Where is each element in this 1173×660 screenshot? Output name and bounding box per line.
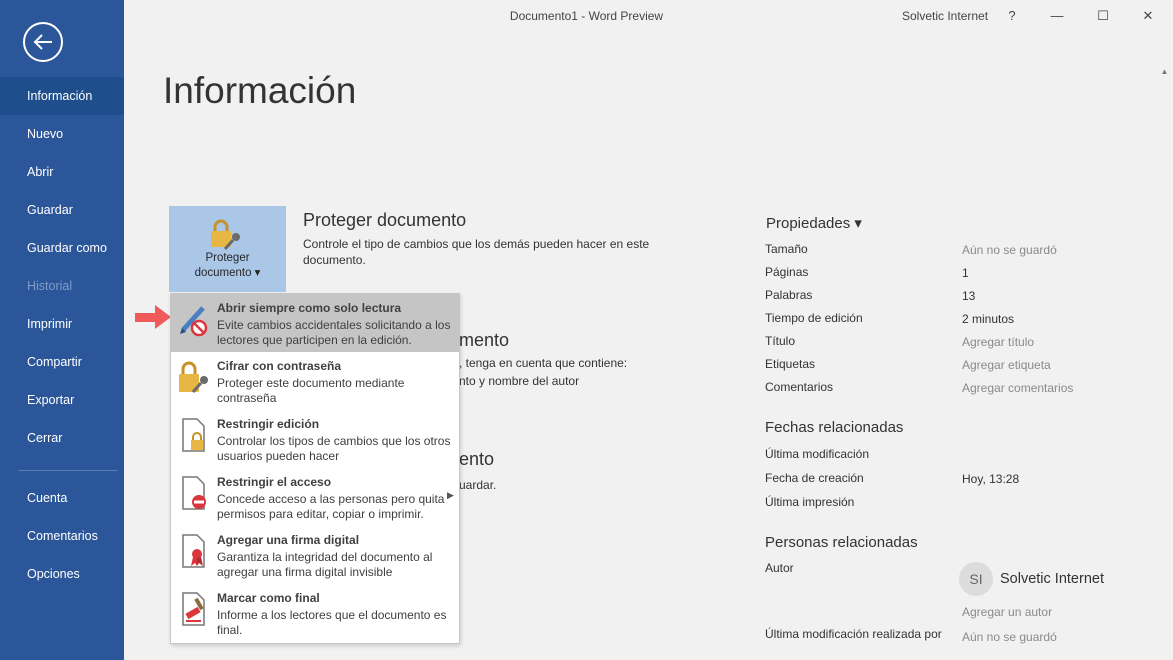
prop-value: 1 (962, 266, 969, 280)
inspect-line2-partial: nto y nombre del autor (459, 374, 580, 388)
sidebar-divider (18, 470, 118, 471)
prop-key: Etiquetas (765, 357, 816, 371)
date-key: Última impresión (765, 495, 855, 509)
nav-cerrar[interactable]: Cerrar (0, 419, 124, 457)
prop-value: Aún no se guardó (962, 243, 1057, 257)
vertical-scrollbar[interactable]: ▲ (1156, 64, 1173, 660)
nav-imprimir[interactable]: Imprimir (0, 305, 124, 343)
prop-key: Título (765, 334, 796, 348)
maximize-button[interactable]: ☐ (1089, 4, 1117, 28)
menu-item-title: Cifrar con contraseña (217, 359, 342, 373)
last-modified-by-label: Última modificación realizada por (765, 627, 942, 641)
menu-item-restrict-access[interactable]: Restringir el acceso Concede acceso a la… (171, 468, 459, 526)
nav-abrir[interactable]: Abrir (0, 153, 124, 191)
menu-item-title: Restringir el acceso (217, 475, 332, 489)
document-blocked-icon (182, 476, 206, 510)
add-title-field[interactable]: Agregar título (962, 335, 1034, 349)
properties-heading[interactable]: Propiedades ▾ (766, 214, 862, 232)
nav-informacion[interactable]: Información (0, 77, 124, 115)
help-button[interactable]: ? (998, 4, 1026, 28)
prop-value: 13 (962, 289, 976, 303)
document-ribbon-icon (182, 534, 205, 568)
scroll-up-icon[interactable]: ▲ (1156, 64, 1173, 80)
menu-item-desc: Proteger este documento mediante contras… (217, 376, 405, 405)
add-tag-field[interactable]: Agregar etiqueta (962, 358, 1051, 372)
protect-button-label-line2: documento ▾ (194, 267, 261, 279)
menu-item-desc: Garantiza la integridad del documento al… (217, 550, 433, 579)
nav-guardar[interactable]: Guardar (0, 191, 124, 229)
prop-key: Palabras (765, 288, 813, 302)
menu-item-read-only[interactable]: Abrir siempre como solo lectura Evite ca… (171, 294, 459, 352)
red-pointer-arrow-icon (135, 305, 171, 329)
pencil-prohibited-icon (180, 306, 208, 337)
menu-item-desc: Controlar los tipos de cambios que los o… (217, 434, 451, 463)
date-key: Fecha de creación (765, 471, 864, 485)
document-stamp-icon (182, 592, 205, 626)
page-title: Información (163, 70, 357, 111)
inspect-line1-partial: , tenga en cuenta que contiene: (459, 356, 628, 370)
submenu-arrow-icon: ▶ (447, 490, 454, 500)
menu-item-digital-signature[interactable]: Agregar una firma digital Garantiza la i… (171, 526, 459, 584)
nav-comentarios[interactable]: Comentarios (0, 517, 124, 555)
menu-item-desc: Informe a los lectores que el documento … (217, 608, 447, 637)
avatar: SI (959, 562, 993, 596)
nav-cuenta[interactable]: Cuenta (0, 479, 124, 517)
prop-key: Páginas (765, 265, 809, 279)
nav-nuevo[interactable]: Nuevo (0, 115, 124, 153)
protect-document-menu: Abrir siempre como solo lectura Evite ca… (170, 293, 460, 644)
prop-value: 2 minutos (962, 312, 1015, 326)
menu-item-title: Agregar una firma digital (217, 533, 360, 547)
nav-historial: Historial (27, 279, 73, 293)
manage-heading-partial: ento (459, 449, 495, 469)
back-button[interactable] (23, 22, 63, 62)
author-name[interactable]: Solvetic Internet (1000, 571, 1104, 587)
backstage-sidebar: Información Nuevo Abrir Guardar Guardar … (0, 0, 124, 660)
protect-document-button[interactable]: Proteger documento ▾ (169, 206, 286, 292)
back-arrow-icon (33, 34, 52, 50)
close-button[interactable]: ✕ (1134, 4, 1162, 28)
menu-item-mark-final[interactable]: Marcar como final Informe a los lectores… (171, 584, 459, 642)
dates-heading: Fechas relacionadas (765, 419, 904, 436)
account-name[interactable]: Solvetic Internet (902, 9, 988, 23)
prop-key: Tamaño (765, 242, 808, 256)
manage-line1-partial: uardar. (459, 478, 497, 492)
author-label: Autor (765, 561, 794, 575)
protect-description: Controle el tipo de cambios que los demá… (303, 237, 650, 267)
last-modified-by-value: Aún no se guardó (962, 630, 1057, 644)
menu-item-desc: Evite cambios accidentales solicitando a… (217, 318, 451, 347)
menu-item-title: Abrir siempre como solo lectura (217, 301, 402, 315)
nav-opciones[interactable]: Opciones (0, 555, 124, 593)
people-heading: Personas relacionadas (765, 534, 918, 551)
prop-key: Tiempo de edición (765, 311, 863, 325)
add-comments-field[interactable]: Agregar comentarios (962, 381, 1073, 395)
menu-item-title: Marcar como final (217, 591, 320, 605)
document-lock-icon (182, 418, 205, 452)
nav-compartir[interactable]: Compartir (0, 343, 124, 381)
prop-key: Comentarios (765, 380, 834, 394)
menu-item-title: Restringir edición (217, 417, 320, 431)
date-key: Última modificación (765, 447, 870, 461)
inspect-heading-partial: mento (459, 330, 510, 350)
lock-key-icon (179, 361, 208, 393)
protect-button-label-line1: Proteger (205, 252, 250, 264)
minimize-button[interactable]: — (1043, 4, 1071, 28)
menu-item-desc: Concede acceso a las personas pero quita… (217, 492, 445, 521)
lock-key-icon (211, 219, 240, 250)
nav-exportar[interactable]: Exportar (0, 381, 124, 419)
date-value: Hoy, 13:28 (962, 472, 1020, 486)
protect-heading: Proteger documento (303, 210, 467, 230)
nav-guardar-como[interactable]: Guardar como (0, 229, 124, 267)
menu-item-restrict-editing[interactable]: Restringir edición Controlar los tipos d… (171, 410, 459, 468)
menu-item-encrypt-password[interactable]: Cifrar con contraseña Proteger este docu… (171, 352, 459, 410)
add-author-link[interactable]: Agregar un autor (962, 605, 1052, 619)
